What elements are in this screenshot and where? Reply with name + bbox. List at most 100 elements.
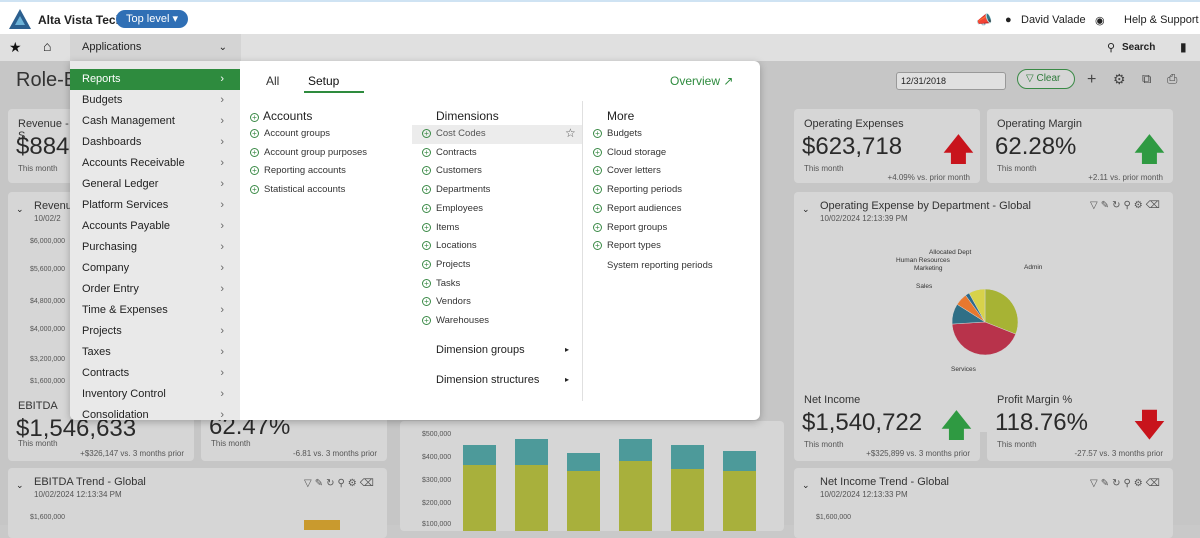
bar-chart-card[interactable]: $500,000 $400,000 $300,000 $200,000 $100… <box>400 421 784 531</box>
menu-item-warehouses[interactable]: + Warehouses <box>422 312 489 330</box>
menu-item-tasks[interactable]: + Tasks <box>422 275 460 293</box>
plus-circle-icon[interactable]: + <box>422 166 431 176</box>
plus-circle-icon[interactable]: + <box>593 147 602 157</box>
plus-circle-icon[interactable]: + <box>593 222 602 232</box>
announcements-icon[interactable]: 📣 <box>976 12 992 28</box>
plus-circle-icon[interactable]: + <box>422 241 431 251</box>
menu-item-report-groups[interactable]: + Report groups <box>593 219 667 237</box>
applications-menu[interactable]: Applications ⌄ <box>70 34 241 61</box>
plus-circle-icon[interactable]: + <box>422 278 431 288</box>
print-icon[interactable]: ⎙ <box>1167 71 1177 87</box>
app-item-dashboards[interactable]: Dashboards › <box>70 132 240 153</box>
app-item-contracts[interactable]: Contracts › <box>70 363 240 384</box>
plus-circle-icon[interactable]: + <box>593 185 602 195</box>
menu-item-account-groups[interactable]: + Account groups <box>250 125 330 143</box>
clear-filter-button[interactable]: ▽ Clear <box>1017 69 1075 89</box>
home-icon[interactable]: ⌂ <box>43 38 51 54</box>
copy-icon[interactable]: ⧉ <box>1142 71 1151 87</box>
plus-circle-icon[interactable]: + <box>250 129 259 138</box>
menu-item-statistical-accounts[interactable]: + Statistical accounts <box>250 181 345 199</box>
plus-circle-icon[interactable]: + <box>593 166 602 176</box>
app-item-order-entry[interactable]: Order Entry › <box>70 279 240 300</box>
collapse-icon[interactable]: ⌄ <box>802 204 810 215</box>
menu-item-projects[interactable]: + Projects <box>422 256 470 274</box>
plus-circle-icon[interactable]: + <box>422 147 431 157</box>
bookmark-icon[interactable]: ▮ <box>1180 40 1187 54</box>
gear-icon[interactable]: ⚙ <box>1113 71 1126 88</box>
app-item-projects[interactable]: Projects › <box>70 321 240 342</box>
entity-selector[interactable]: Top level ▾ <box>116 10 188 28</box>
card-toolbar-icons[interactable]: ▽✎↻⚲⚙⌫ <box>304 478 377 489</box>
help-link[interactable]: Help & Support <box>1124 14 1199 26</box>
plus-circle-icon[interactable]: + <box>422 185 431 195</box>
app-item-budgets[interactable]: Budgets › <box>70 90 240 111</box>
revenue-card[interactable]: Revenue - S $884 This month <box>8 109 78 183</box>
menu-item-report-types[interactable]: + Report types <box>593 237 661 255</box>
chat-icon[interactable]: ◉ <box>1095 14 1105 27</box>
user-name[interactable]: David Valade <box>1021 14 1086 26</box>
menu-item-report-audiences[interactable]: + Report audiences <box>593 200 681 218</box>
tab-all[interactable]: All <box>266 74 279 88</box>
app-item-accounts-payable[interactable]: Accounts Payable › <box>70 216 240 237</box>
plus-circle-icon[interactable]: + <box>422 129 431 138</box>
app-item-consolidation[interactable]: Consolidation › <box>70 405 240 420</box>
operating-expenses-card[interactable]: Operating Expenses $623,718 This month +… <box>794 109 980 183</box>
star-icon[interactable]: ★ <box>9 39 22 56</box>
plus-circle-icon[interactable]: + <box>422 316 431 325</box>
app-item-company[interactable]: Company › <box>70 258 240 279</box>
menu-item-locations[interactable]: + Locations <box>422 237 477 255</box>
plus-circle-icon[interactable]: + <box>422 222 431 232</box>
menu-item-reporting-accounts[interactable]: + Reporting accounts <box>250 162 346 180</box>
dimension-structures[interactable]: Dimension structures <box>436 374 539 386</box>
overview-link[interactable]: Overview ↗ <box>670 74 733 88</box>
add-icon[interactable]: + <box>1087 71 1096 89</box>
menu-item-departments[interactable]: + Departments <box>422 181 490 199</box>
app-item-accounts-receivable[interactable]: Accounts Receivable › <box>70 153 240 174</box>
plus-circle-icon[interactable]: + <box>422 203 431 213</box>
plus-circle-icon[interactable]: + <box>422 297 431 307</box>
menu-item-customers[interactable]: + Customers <box>422 162 482 180</box>
search-icon[interactable]: ⚲ <box>1107 41 1115 54</box>
collapse-icon[interactable]: ⌄ <box>802 480 810 491</box>
card-toolbar-icons[interactable]: ▽✎↻⚲⚙⌫ <box>1090 478 1163 489</box>
menu-item-budgets[interactable]: + Budgets <box>593 125 642 143</box>
app-item-cash-management[interactable]: Cash Management › <box>70 111 240 132</box>
plus-circle-icon[interactable]: + <box>593 203 602 213</box>
menu-item-cover-letters[interactable]: + Cover letters <box>593 162 661 180</box>
net-income-card[interactable]: Net Income $1,540,722 This month +$325,8… <box>794 385 980 461</box>
tab-setup[interactable]: Setup <box>308 74 339 88</box>
collapse-icon[interactable]: ⌄ <box>16 480 24 491</box>
card-toolbar-icons[interactable]: ▽✎↻⚲⚙⌫ <box>1090 200 1163 211</box>
app-item-taxes[interactable]: Taxes › <box>70 342 240 363</box>
star-outline-icon[interactable]: ☆ <box>565 126 576 140</box>
plus-circle-icon[interactable]: + <box>250 147 259 157</box>
app-item-purchasing[interactable]: Purchasing › <box>70 237 240 258</box>
operating-margin-card[interactable]: Operating Margin 62.28% This month +2.11… <box>987 109 1173 183</box>
net-income-trend-card[interactable]: ⌄ Net Income Trend - Global 10/02/2024 1… <box>794 468 1173 538</box>
menu-item-cloud-storage[interactable]: + Cloud storage <box>593 144 666 162</box>
menu-item-vendors[interactable]: + Vendors <box>422 293 471 311</box>
app-item-time-expenses[interactable]: Time & Expenses › <box>70 300 240 321</box>
menu-item-reporting-periods[interactable]: + Reporting periods <box>593 181 682 199</box>
collapse-icon[interactable]: ⌄ <box>16 204 24 215</box>
menu-item-cost-codes[interactable]: + Cost Codes <box>422 125 486 143</box>
dimension-groups[interactable]: Dimension groups <box>436 344 525 356</box>
menu-item-account-group-purposes[interactable]: + Account group purposes <box>250 144 367 162</box>
menu-item-employees[interactable]: + Employees <box>422 200 483 218</box>
app-item-platform-services[interactable]: Platform Services › <box>70 195 240 216</box>
app-item-general-ledger[interactable]: General Ledger › <box>70 174 240 195</box>
menu-item-contracts[interactable]: + Contracts <box>422 144 477 162</box>
menu-item-items[interactable]: + Items <box>422 219 459 237</box>
ebitda-trend-card[interactable]: ⌄ EBITDA Trend - Global 10/02/2024 12:13… <box>8 468 387 538</box>
plus-circle-icon[interactable]: + <box>593 241 602 251</box>
plus-circle-icon[interactable]: + <box>593 129 602 138</box>
app-item-reports[interactable]: Reports › <box>70 69 240 90</box>
profit-margin-card[interactable]: Profit Margin % 118.76% This month -27.5… <box>987 385 1173 461</box>
search-button[interactable]: Search <box>1122 42 1155 53</box>
plus-circle-icon[interactable]: + <box>250 166 259 176</box>
plus-circle-icon[interactable]: + <box>250 185 259 195</box>
plus-circle-icon[interactable]: + <box>422 259 431 269</box>
system-reporting-periods-link[interactable]: System reporting periods <box>607 260 713 271</box>
date-field[interactable]: 12/31/2018 <box>896 72 1006 90</box>
app-item-inventory-control[interactable]: Inventory Control › <box>70 384 240 405</box>
